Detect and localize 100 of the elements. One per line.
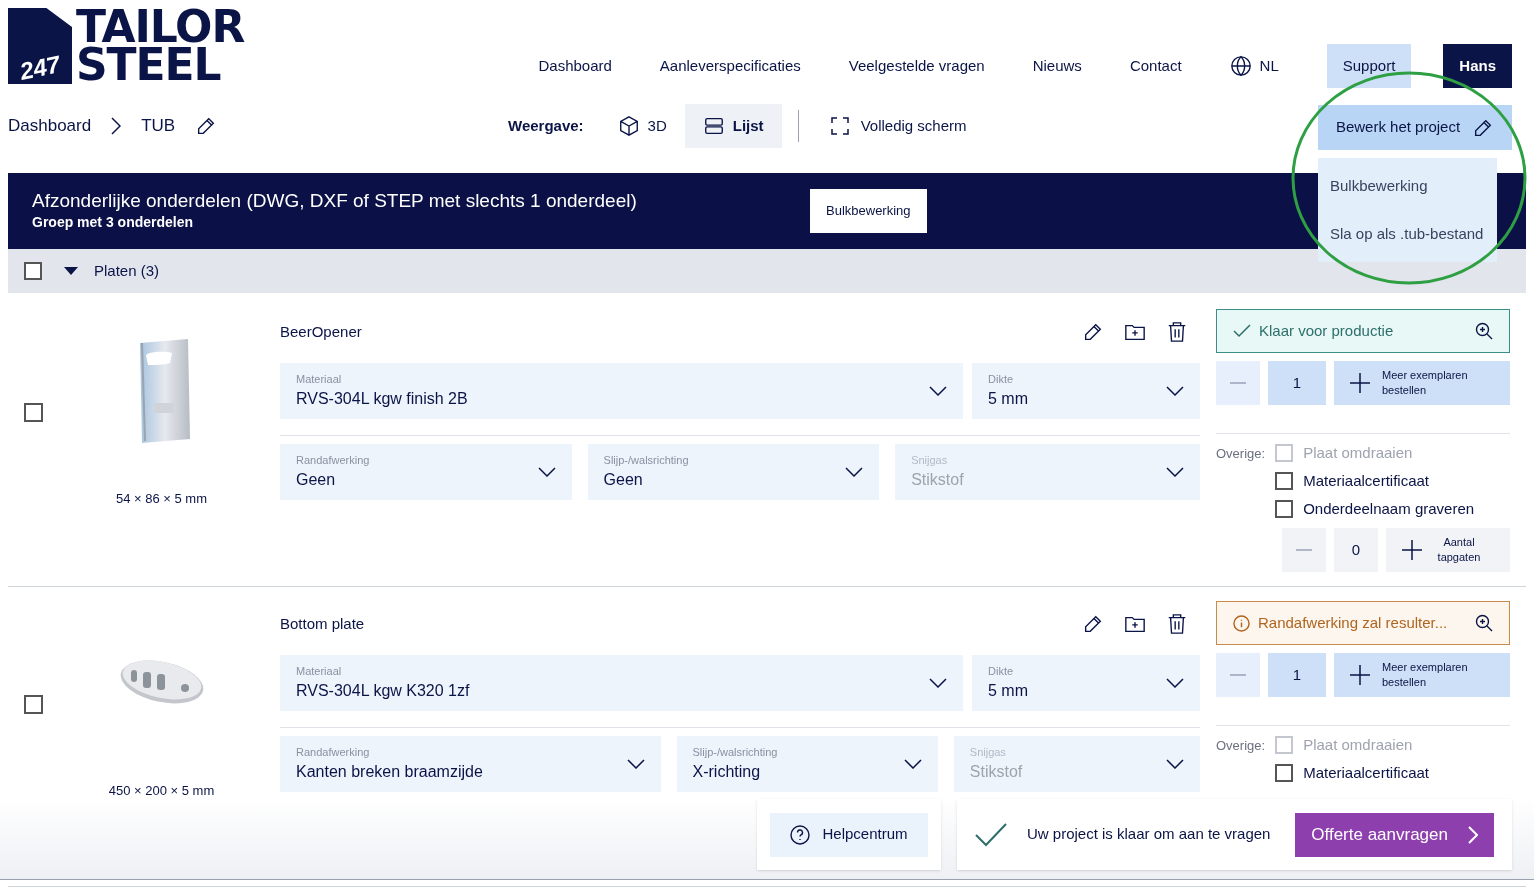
trash-icon[interactable] (1166, 321, 1188, 343)
fullscreen-icon (830, 117, 849, 135)
menu-item[interactable]: Sla op als .tub-bestand (1318, 210, 1497, 258)
part-name: Bottom plate (280, 613, 365, 634)
menu-item[interactable]: Bulkbewerking (1318, 162, 1497, 210)
select-field[interactable]: Materiaal RVS-304L kgw finish 2B (280, 363, 963, 419)
quantity-field[interactable]: 1 (1268, 361, 1326, 405)
other-label: Overige: (1216, 737, 1266, 755)
view-tab[interactable]: 3D (599, 104, 685, 148)
field-value: RVS-304L kgw finish 2B (296, 389, 468, 410)
request-quote-button[interactable]: Offerte aanvragen (1295, 812, 1494, 857)
field-value: Geen (296, 470, 336, 491)
field-label: Slijp-/walsrichting (692, 744, 779, 760)
logo[interactable]: 247 TAILOR STEEL (8, 8, 290, 84)
nav-link[interactable]: Dashboard (538, 54, 612, 78)
other-label: Overige: (1216, 445, 1266, 463)
chevron-down-icon (626, 759, 645, 769)
help-icon (790, 824, 811, 845)
tap-count-field[interactable]: 0 (1334, 528, 1378, 572)
fullscreen-button[interactable]: Volledig scherm (814, 114, 983, 138)
quantity-field[interactable]: 1 (1268, 653, 1326, 697)
plus-icon (1350, 665, 1370, 685)
chevron-down-icon (929, 678, 947, 688)
logo-text: TAILOR (76, 8, 245, 46)
field-label: Snijgas (911, 452, 949, 468)
chevron-down-icon (929, 386, 947, 396)
chevron-down-icon (1166, 467, 1184, 477)
nav-link[interactable]: Contact (1129, 54, 1182, 78)
field-value: RVS-304L kgw K320 1zf (296, 681, 470, 702)
option-checkbox[interactable]: Onderdeelnaam graveren (1275, 498, 1475, 520)
chevron-down-icon (903, 759, 922, 769)
edit-icon[interactable] (1082, 321, 1104, 343)
chevron-right-icon (1468, 825, 1478, 844)
checkbox[interactable] (24, 695, 43, 714)
select-field[interactable]: Slijp-/walsrichting X-richting (676, 736, 938, 792)
edit-project-button[interactable]: Bewerk het project (1318, 105, 1512, 150)
chevron-down-icon (1166, 759, 1184, 769)
zoom-in-icon (1475, 322, 1493, 340)
field-label: Dikte (988, 663, 1015, 679)
minus-icon (1296, 549, 1312, 551)
support-button[interactable]: Support (1326, 44, 1412, 88)
user-button[interactable]: Hans (1443, 44, 1512, 88)
field-value: 5 mm (988, 681, 1028, 702)
part-dimensions: 54 × 86 × 5 mm (115, 490, 208, 508)
edit-icon[interactable] (1082, 613, 1104, 635)
field-value: X-richting (692, 762, 761, 783)
checkbox[interactable] (24, 262, 42, 280)
chevron-down-icon (1166, 678, 1184, 688)
select-field[interactable]: Materiaal RVS-304L kgw K320 1zf (280, 655, 963, 711)
order-more-button[interactable]: Meer exemplaren bestellen (1334, 653, 1510, 697)
checkbox[interactable] (24, 403, 43, 422)
select-field[interactable]: Randafwerking Geen (280, 444, 572, 500)
option-checkbox[interactable]: Materiaalcertificaat (1275, 762, 1430, 784)
trash-icon[interactable] (1166, 613, 1188, 635)
caret-icon[interactable] (64, 267, 78, 275)
order-more-button[interactable]: Meer exemplaren bestellen (1334, 361, 1510, 405)
ready-message: Uw project is klaar om aan te vragen (1027, 824, 1272, 845)
list-icon (702, 115, 725, 137)
select-field[interactable]: Slijp-/walsrichting Geen (587, 444, 880, 500)
view-label: Weergave: (508, 115, 584, 136)
breadcrumb-link[interactable]: Dashboard (8, 113, 92, 139)
minus-icon (1230, 674, 1246, 676)
field-value: Kanten breken braamzijde (296, 762, 483, 783)
option-checkbox[interactable]: Materiaalcertificaat (1275, 470, 1475, 492)
info-icon (1233, 614, 1250, 632)
help-center-button[interactable]: Helpcentrum (770, 812, 928, 857)
check-icon (975, 822, 1007, 847)
logo-number: 247 (17, 52, 63, 84)
status-badge[interactable]: Klaar voor productie (1216, 309, 1510, 353)
check-icon (1233, 324, 1251, 338)
field-label: Snijgas (969, 744, 1007, 760)
part-dimensions: 450 × 200 × 5 mm (108, 782, 215, 800)
nav-link[interactable]: Veelgestelde vragen (848, 54, 985, 78)
language-button[interactable]: NL (1229, 54, 1279, 78)
field-label: Dikte (988, 371, 1015, 387)
select-field[interactable]: Dikte 5 mm (972, 655, 1200, 711)
nav-link[interactable]: Nieuws (1032, 54, 1082, 78)
breadcrumb-link[interactable]: TUB (141, 113, 176, 139)
plus-icon (1402, 540, 1422, 560)
select-field[interactable]: Randafwerking Kanten breken braamzijde (280, 736, 661, 792)
status-badge[interactable]: Randafwerking zal resulter... (1216, 601, 1510, 645)
bulk-edit-button[interactable]: Bulkbewerking (810, 189, 927, 233)
view-tab[interactable]: Lijst (684, 104, 782, 148)
select-field[interactable]: Dikte 5 mm (972, 363, 1200, 419)
nav-link[interactable]: Aanleverspecificaties (659, 54, 801, 78)
field-label: Randafwerking (296, 452, 371, 468)
category-label: Platen (3) (94, 260, 160, 281)
part-name: BeerOpener (280, 321, 362, 342)
chevron-down-icon (537, 467, 556, 477)
group-subtitle: Groep met 3 onderdelen (32, 213, 195, 233)
logo-text: STEEL (76, 46, 221, 84)
field-label: Materiaal (296, 663, 343, 679)
field-label: Randafwerking (296, 744, 371, 760)
field-value: Geen (603, 470, 643, 491)
group-title: Afzonderlijke onderdelen (DWG, DXF of STEP met slechts 1 onderdeel) (32, 188, 638, 213)
zoom-in-icon (1475, 614, 1493, 632)
field-value: Stikstof (911, 470, 964, 491)
chevron-down-icon (845, 467, 864, 477)
add-taps-button[interactable]: Aantal tapgaten (1386, 528, 1510, 572)
field-value: Stikstof (969, 762, 1023, 783)
